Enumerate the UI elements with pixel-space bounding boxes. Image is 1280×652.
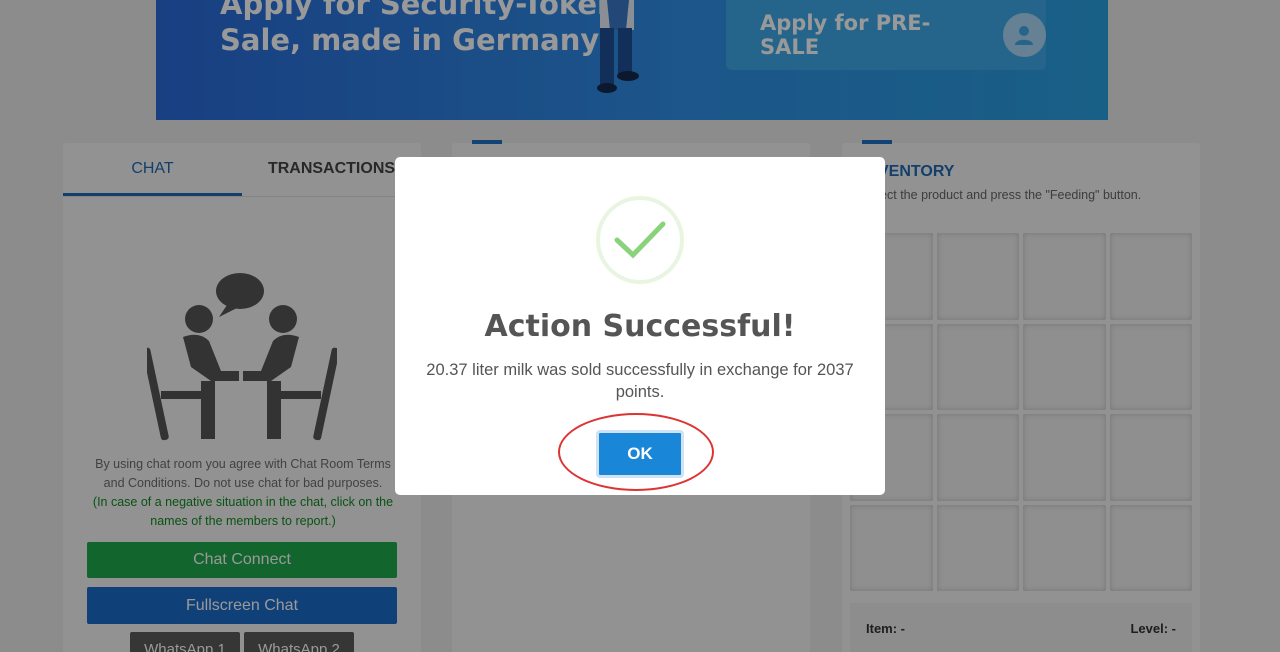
success-modal: Action Successful! 20.37 liter milk was … [395,157,885,495]
success-check-icon [596,196,684,284]
ok-button[interactable]: OK [596,430,684,478]
modal-title: Action Successful! [484,309,796,344]
modal-message: 20.37 liter milk was sold successfully i… [426,361,854,401]
